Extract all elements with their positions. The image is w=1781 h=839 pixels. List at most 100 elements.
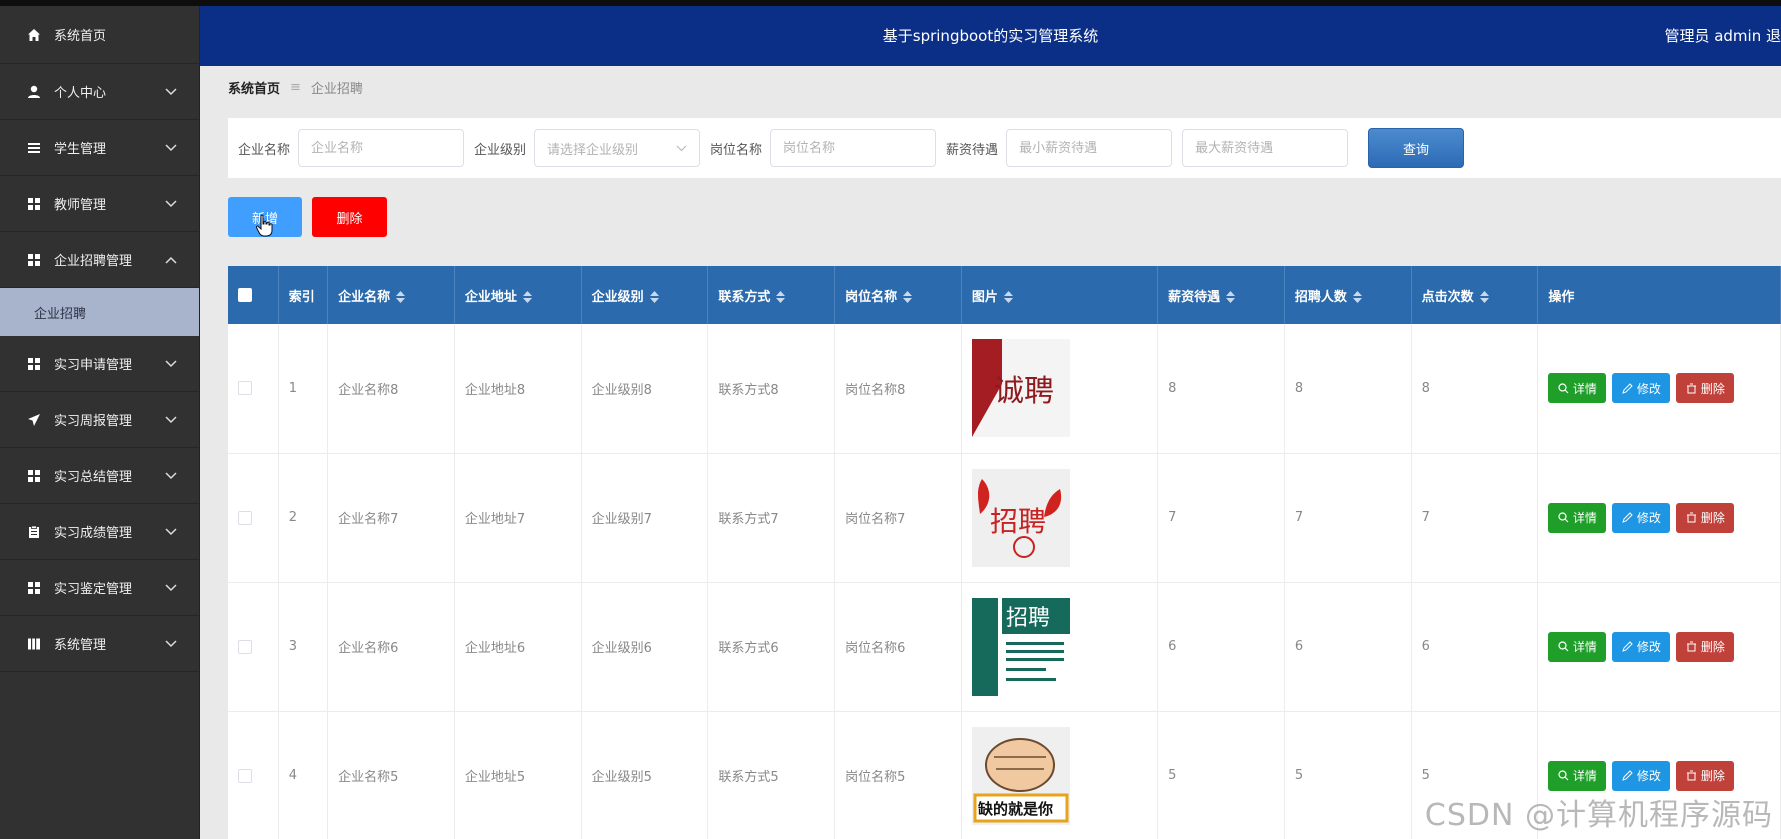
breadcrumb-separator: ≡ [290,80,301,95]
row-checkbox[interactable] [238,639,252,654]
search-panel: 企业名称 企业级别 请选择企业级别 岗位名称 薪资待遇 查询 [228,118,1781,178]
cell-salary: 5 [1157,711,1285,839]
grid-icon [26,196,42,212]
sidebar-subitem-recruitment[interactable]: 企业招聘 [0,288,199,336]
cell-image: 缺的就是你 [961,711,1159,839]
column-header-image[interactable]: 图片 [961,266,1159,324]
cell-index: 2 [278,453,329,583]
cell-hires: 6 [1284,582,1412,712]
breadcrumb-home[interactable]: 系统首页 [228,78,280,97]
sidebar-item-label: 系统首页 [54,29,107,44]
column-header-clicks[interactable]: 点击次数 [1411,266,1539,324]
recruit-poster-image[interactable]: 诚聘 [971,339,1070,438]
company-level-select[interactable]: 请选择企业级别 [534,129,701,167]
cell-clicks: 7 [1411,453,1539,583]
grid-icon [26,252,42,268]
sidebar-item-summary[interactable]: 实习总结管理 [0,448,199,504]
select-all-checkbox[interactable] [238,288,252,302]
cell-hires: 7 [1284,453,1412,583]
company-level-placeholder: 请选择企业级别 [547,142,639,158]
recruit-poster-image[interactable]: 缺的就是你 [971,726,1070,825]
detail-button[interactable]: 详情 [1548,631,1607,662]
cell-company: 企业名称7 [327,453,455,583]
column-header-hires[interactable]: 招聘人数 [1284,266,1412,324]
cell-level: 企业级别8 [581,324,709,454]
send-icon [26,412,42,428]
column-header-address[interactable]: 企业地址 [454,266,582,324]
recruit-poster-image[interactable]: 招聘 [971,597,1070,696]
search-icon [1558,770,1569,781]
salary-min-input[interactable] [1006,129,1173,167]
cell-contact: 联系方式5 [707,711,836,839]
chevron-down-icon [165,199,177,207]
search-icon [1558,641,1569,652]
pencil-icon [1622,641,1633,652]
recruitment-table: 索引 企业名称 企业地址 企业级别 联系方式 岗位名称 图片 薪资待遇 招聘人数… [228,266,1781,839]
edit-button[interactable]: 修改 [1612,502,1671,533]
recruit-poster-image[interactable]: 招聘 [971,468,1070,567]
salary-max-input[interactable] [1182,129,1349,167]
clipboard-icon [26,524,42,540]
position-name-input[interactable] [770,129,937,167]
sidebar-item-home[interactable]: 系统首页 [0,0,199,64]
sidebar-item-students[interactable]: 学生管理 [0,120,199,176]
chevron-down-icon [165,87,177,95]
breadcrumb: 系统首页 ≡ 企业招聘 [228,78,363,97]
column-header-level[interactable]: 企业级别 [581,266,709,324]
detail-button[interactable]: 详情 [1548,502,1607,533]
sidebar-item-label: 实习鉴定管理 [54,582,133,597]
cell-salary: 8 [1157,324,1285,454]
edit-button[interactable]: 修改 [1612,373,1671,404]
delete-button[interactable]: 删除 [1676,631,1735,662]
sort-icon [1352,291,1362,303]
column-header-company[interactable]: 企业名称 [327,266,455,324]
detail-button[interactable]: 详情 [1548,373,1607,404]
detail-button[interactable]: 详情 [1548,760,1607,791]
row-checkbox[interactable] [238,510,252,525]
cell-index: 3 [278,582,329,712]
cell-position: 岗位名称8 [834,324,962,454]
sidebar-item-label: 实习成绩管理 [54,526,133,541]
company-name-input[interactable] [298,129,465,167]
sort-icon [396,291,406,303]
row-checkbox[interactable] [238,381,252,396]
table-row: 2 企业名称7 企业地址7 企业级别7 联系方式7 岗位名称7 招聘 7 7 7… [228,453,1781,583]
cell-company: 企业名称6 [327,582,455,712]
sidebar-item-profile[interactable]: 个人中心 [0,64,199,120]
sidebar-item-grades[interactable]: 实习成绩管理 [0,504,199,560]
user-info[interactable]: 管理员 admin 退 [1664,6,1781,66]
column-header-contact[interactable]: 联系方式 [707,266,836,324]
cell-salary: 6 [1157,582,1285,712]
sidebar-item-internship-application[interactable]: 实习申请管理 [0,336,199,392]
sidebar-item-teachers[interactable]: 教师管理 [0,176,199,232]
delete-button[interactable]: 删除 [1676,760,1735,791]
delete-button[interactable]: 删除 [1676,373,1735,404]
row-select-cell [228,711,279,839]
sidebar-item-label: 系统管理 [54,638,107,653]
query-button[interactable]: 查询 [1368,128,1465,168]
sort-icon [1003,291,1013,303]
sidebar-item-system[interactable]: 系统管理 [0,616,199,672]
cell-salary: 7 [1157,453,1285,583]
column-header-salary[interactable]: 薪资待遇 [1157,266,1285,324]
svg-text:招聘: 招聘 [990,505,1046,538]
cell-actions: 详情 修改 删除 [1537,324,1781,454]
breadcrumb-current: 企业招聘 [310,82,363,97]
edit-button[interactable]: 修改 [1612,631,1671,662]
cell-position: 岗位名称6 [834,582,962,712]
watermark-text: CSDN @计算机程序源码 [1424,798,1773,833]
chevron-down-icon [165,359,177,367]
sidebar-item-recruitment-management[interactable]: 企业招聘管理 [0,232,199,288]
sidebar-item-label: 实习申请管理 [54,358,133,373]
delete-button[interactable]: 删除 [1676,502,1735,533]
column-header-position[interactable]: 岗位名称 [834,266,962,324]
chevron-down-icon [165,583,177,591]
sidebar-item-weekly-report[interactable]: 实习周报管理 [0,392,199,448]
row-checkbox[interactable] [238,768,252,783]
sidebar-item-appraisal[interactable]: 实习鉴定管理 [0,560,199,616]
batch-delete-button[interactable]: 删除 [312,197,387,237]
top-header: 基于springboot的实习管理系统 管理员 admin 退 [200,6,1781,66]
cell-index: 1 [278,324,329,454]
sidebar-item-label: 教师管理 [54,198,107,213]
edit-button[interactable]: 修改 [1612,760,1671,791]
